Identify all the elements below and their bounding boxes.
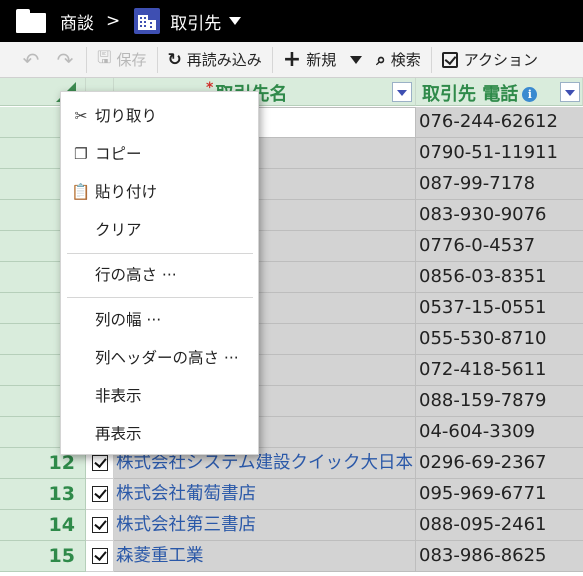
new-dropdown-caret-icon[interactable]: [350, 55, 363, 64]
menu-item-col-header-height-label: 列ヘッダーの高さ ···: [95, 349, 239, 367]
menu-item-hide-label: 非表示: [95, 387, 142, 405]
row-checkbox[interactable]: [86, 510, 114, 541]
menu-item-cut-label: 切り取り: [95, 107, 158, 125]
cell-account-phone[interactable]: 0776-0-4537: [416, 231, 583, 262]
search-label: 検索: [390, 51, 421, 69]
menu-item-paste[interactable]: 📋 貼り付け: [61, 173, 258, 211]
column-tel-text: 取引先 電話: [422, 84, 519, 105]
menu-item-clear-label: クリア: [95, 221, 142, 239]
cell-account-phone[interactable]: 0856-03-8351: [416, 262, 583, 293]
menu-item-row-height-label: 行の高さ ···: [95, 266, 177, 284]
cell-account-phone[interactable]: 083-986-8625: [416, 541, 583, 572]
menu-item-col-header-height[interactable]: 列ヘッダーの高さ ···: [61, 339, 258, 377]
save-icon: 🖫: [97, 48, 112, 68]
undo-icon[interactable]: ↶: [20, 49, 42, 71]
cell-account-name[interactable]: 株式会社葡萄書店: [114, 479, 416, 510]
menu-item-paste-label: 貼り付け: [95, 183, 158, 201]
save-label: 保存: [116, 51, 147, 69]
row-checkbox[interactable]: [86, 479, 114, 510]
toolbar-divider: [86, 46, 87, 73]
redo-icon[interactable]: ↷: [54, 49, 76, 71]
menu-item-unhide[interactable]: 再表示: [61, 415, 258, 453]
info-icon[interactable]: i: [522, 87, 538, 102]
menu-item-col-width-label: 列の幅 ···: [95, 311, 162, 329]
checkbox-checked-icon[interactable]: [92, 455, 108, 471]
filter-dropdown-icon[interactable]: [560, 82, 580, 102]
toolbar-divider: [430, 46, 432, 73]
cell-account-phone[interactable]: 0537-15-0551: [416, 293, 583, 324]
clipboard-icon: 📋: [71, 183, 91, 201]
checkbox-icon: [441, 51, 458, 68]
table-row[interactable]: 13 株式会社葡萄書店 095-969-6771: [0, 479, 583, 510]
building-icon: [134, 8, 161, 34]
search-icon: ⌕: [376, 49, 386, 70]
column-header-tel[interactable]: 取引先 電話 i: [416, 78, 583, 106]
save-button[interactable]: 🖫 保存: [97, 42, 147, 78]
checkbox-checked-icon[interactable]: [92, 486, 108, 502]
cell-account-name[interactable]: 株式会社第三書店: [114, 510, 416, 541]
reload-button[interactable]: ↻ 再読み込み: [168, 42, 262, 78]
cell-account-phone[interactable]: 088-159-7879: [416, 386, 583, 417]
copy-icon: ❐: [74, 145, 88, 163]
cell-account-phone[interactable]: 087-99-7178: [416, 169, 583, 200]
action-button[interactable]: アクション: [441, 42, 539, 78]
plus-icon: +: [282, 47, 302, 72]
title-bar: 商談 > 取引先: [0, 0, 583, 42]
column-header-tel-label: 取引先 電話 i: [422, 80, 538, 106]
row-number[interactable]: 13: [0, 479, 86, 510]
menu-item-unhide-label: 再表示: [95, 425, 142, 443]
cell-account-phone[interactable]: 076-244-62612: [416, 107, 583, 138]
row-number[interactable]: 15: [0, 541, 86, 572]
row-checkbox[interactable]: [86, 541, 114, 572]
cell-account-name[interactable]: 森菱重工業: [114, 541, 416, 572]
action-label: アクション: [463, 51, 539, 69]
menu-item-row-height[interactable]: 行の高さ ···: [61, 256, 258, 294]
row-number[interactable]: 14: [0, 510, 86, 541]
search-button[interactable]: ⌕ 検索: [376, 42, 421, 78]
cell-account-phone[interactable]: 04-604-3309: [416, 417, 583, 448]
checkbox-checked-icon[interactable]: [92, 548, 108, 564]
reload-label: 再読み込み: [186, 51, 262, 69]
folder-icon[interactable]: [16, 9, 46, 33]
breadcrumb-separator: >: [106, 11, 121, 31]
menu-divider: [67, 253, 253, 254]
toolbar-divider: [156, 46, 158, 73]
menu-item-hide[interactable]: 非表示: [61, 377, 258, 415]
cell-account-phone[interactable]: 0296-69-2367: [416, 448, 583, 479]
breadcrumb-root[interactable]: 商談: [60, 9, 94, 34]
checkbox-checked-icon[interactable]: [92, 517, 108, 533]
table-row[interactable]: 14 株式会社第三書店 088-095-2461: [0, 510, 583, 541]
menu-item-col-width[interactable]: 列の幅 ···: [61, 301, 258, 339]
dropdown-caret-icon[interactable]: [229, 17, 242, 25]
menu-item-copy-label: コピー: [95, 145, 142, 163]
toolbar-divider: [271, 46, 273, 73]
breadcrumb-current[interactable]: 取引先: [170, 9, 221, 34]
menu-item-clear[interactable]: クリア: [61, 211, 258, 249]
cell-account-phone[interactable]: 095-969-6771: [416, 479, 583, 510]
context-menu: ✂ 切り取り ❐ コピー 📋 貼り付け クリア 行の高さ ··· 列の幅 ···…: [60, 91, 259, 455]
toolbar: ↶ ↷ 🖫 保存 ↻ 再読み込み + 新規 ⌕ 検索 アクション: [0, 42, 583, 78]
menu-item-copy[interactable]: ❐ コピー: [61, 135, 258, 173]
filter-dropdown-icon[interactable]: [392, 82, 412, 102]
menu-divider: [67, 297, 253, 298]
new-label: 新規: [306, 51, 337, 69]
cell-account-phone[interactable]: 0790-51-11911: [416, 138, 583, 169]
new-button[interactable]: + 新規: [282, 42, 363, 78]
menu-item-cut[interactable]: ✂ 切り取り: [61, 97, 258, 135]
reload-icon: ↻: [167, 49, 182, 70]
cell-account-phone[interactable]: 072-418-5611: [416, 355, 583, 386]
scissors-icon: ✂: [74, 107, 88, 125]
cell-account-phone[interactable]: 055-530-8710: [416, 324, 583, 355]
cell-account-phone[interactable]: 083-930-9076: [416, 200, 583, 231]
table-row[interactable]: 15 森菱重工業 083-986-8625: [0, 541, 583, 572]
cell-account-phone[interactable]: 088-095-2461: [416, 510, 583, 541]
